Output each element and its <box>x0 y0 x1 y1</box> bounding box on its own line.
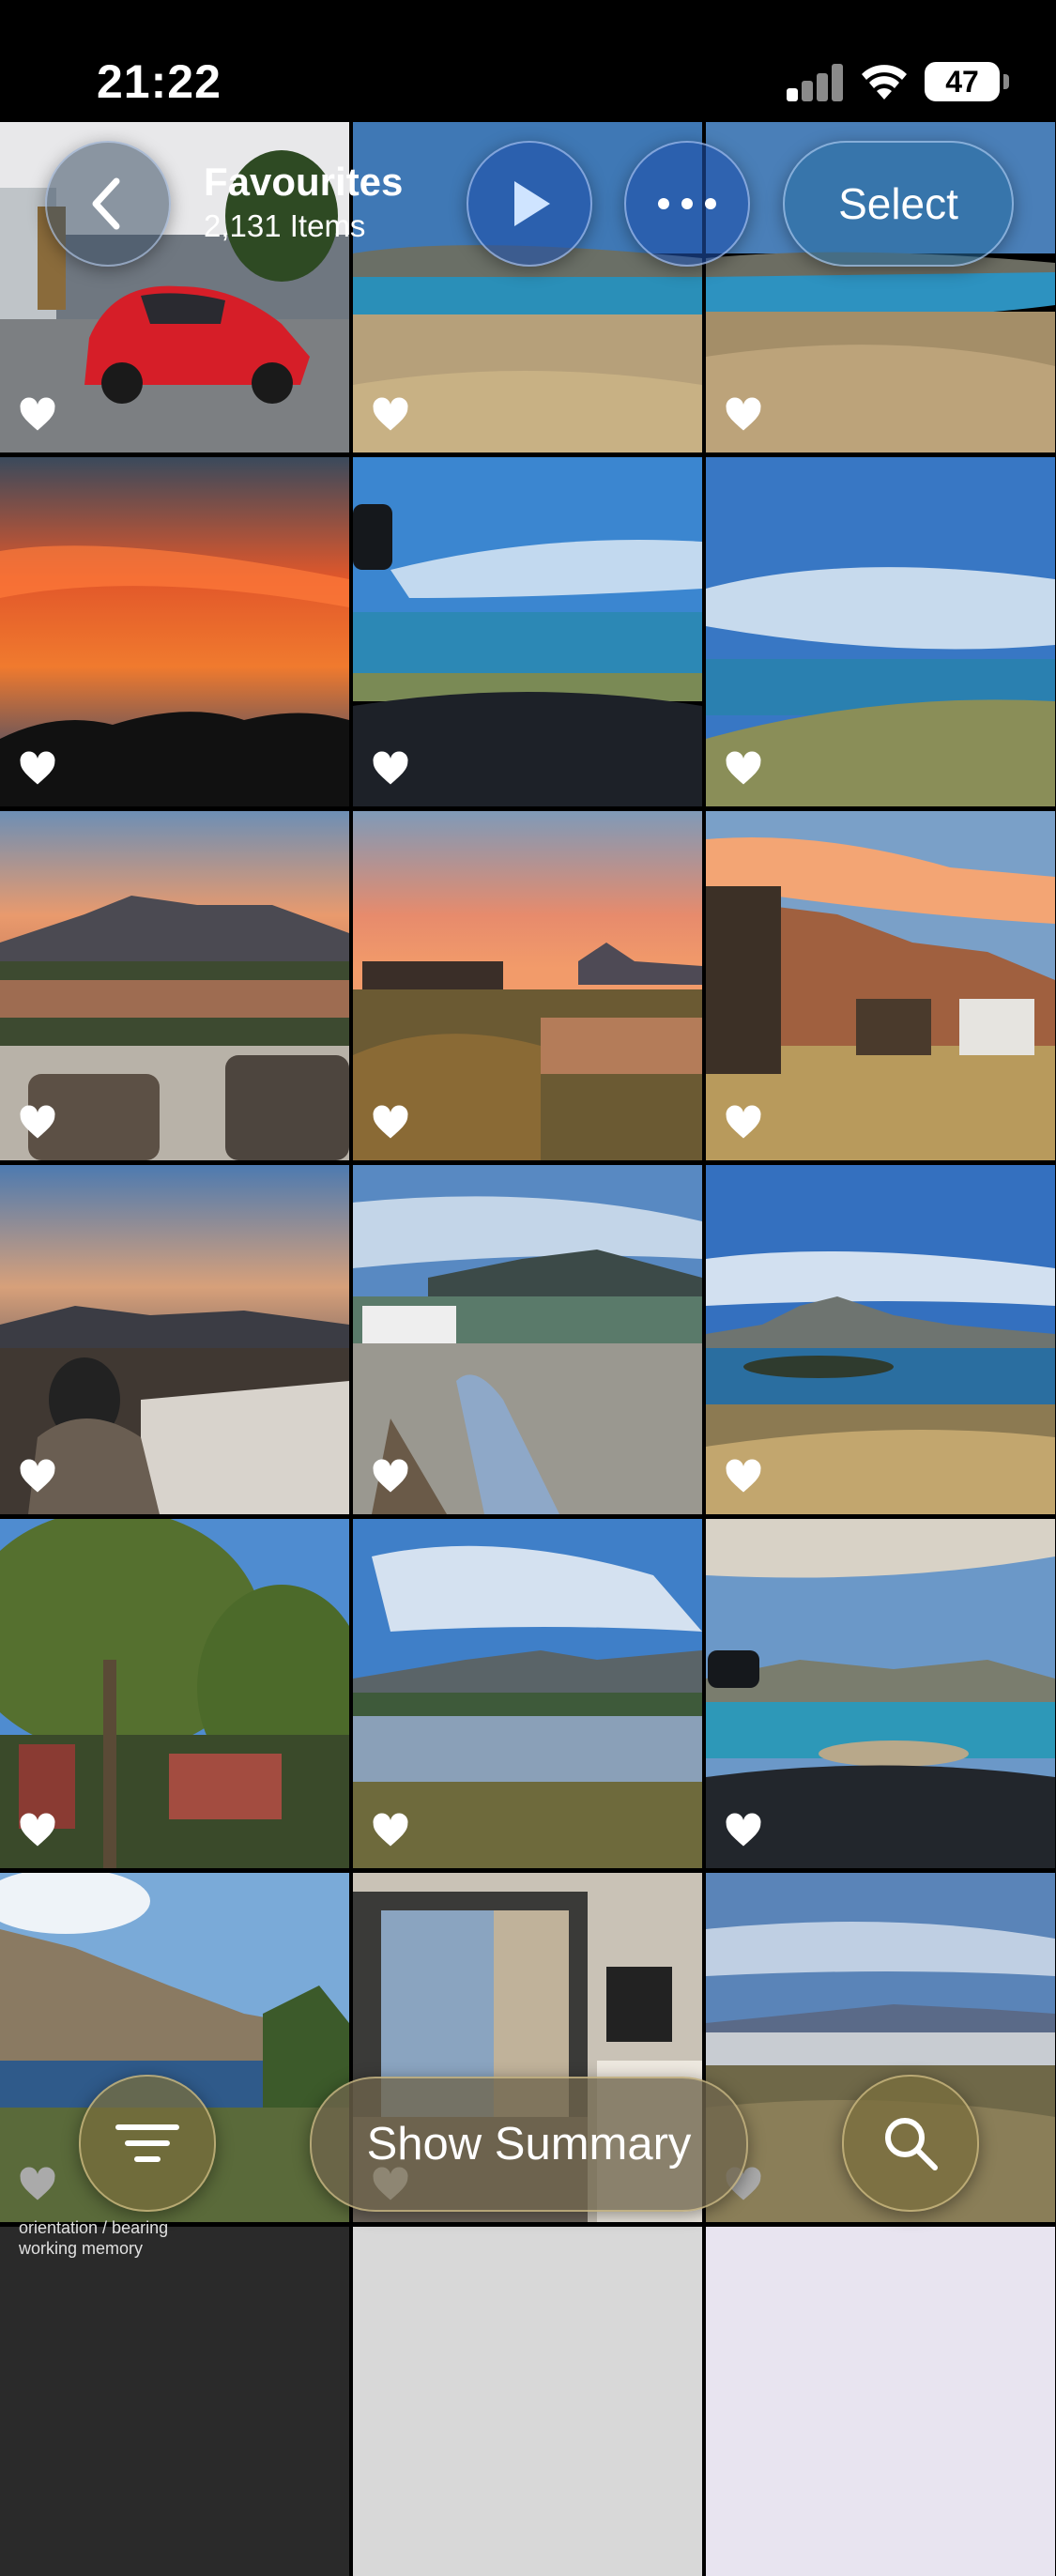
photo-tile[interactable] <box>706 1165 1055 1514</box>
heart-icon <box>726 1813 761 1847</box>
photo-tile[interactable] <box>353 457 702 806</box>
heart-icon <box>726 751 761 785</box>
status-time: 21:22 <box>97 55 222 108</box>
filter-lines-icon <box>115 2124 179 2162</box>
ellipsis-icon <box>658 198 716 209</box>
photo-tile[interactable] <box>0 811 349 1160</box>
play-icon <box>514 181 550 226</box>
heart-icon <box>373 397 408 431</box>
item-count: 2,131 Items <box>204 208 366 243</box>
search-icon <box>885 2118 938 2170</box>
heart-icon <box>20 397 55 431</box>
photo-tile[interactable] <box>353 2227 702 2576</box>
heart-icon <box>373 751 408 785</box>
chevron-left-icon <box>92 177 120 230</box>
photo-tile[interactable] <box>706 2227 1055 2576</box>
slideshow-play-button[interactable] <box>467 141 592 267</box>
photo-tile[interactable] <box>706 457 1055 806</box>
heart-icon <box>20 1105 55 1139</box>
photo-tile[interactable] <box>0 1519 349 1868</box>
heart-icon <box>373 1105 408 1139</box>
photo-tile[interactable] <box>0 457 349 806</box>
heart-icon <box>373 1813 408 1847</box>
photo-tile[interactable] <box>353 811 702 1160</box>
underlying-note-text: orientation / bearing working memory <box>19 2218 169 2258</box>
heart-icon <box>726 1459 761 1493</box>
page-title: Favourites <box>204 160 404 204</box>
heart-icon <box>20 751 55 785</box>
photo-tile[interactable] <box>0 2227 349 2576</box>
photo-tile[interactable] <box>706 1519 1055 1868</box>
heart-icon <box>726 397 761 431</box>
album-title-block: Favourites 2,131 Items <box>204 160 403 244</box>
show-summary-button[interactable]: Show Summary <box>310 2077 748 2212</box>
heart-icon <box>373 1459 408 1493</box>
back-button[interactable] <box>45 141 171 267</box>
heart-icon <box>20 1813 55 1847</box>
photo-tile[interactable] <box>353 1165 702 1514</box>
select-button[interactable]: Select <box>783 141 1014 267</box>
heart-icon <box>20 1459 55 1493</box>
battery-indicator: 47 <box>925 62 1009 101</box>
cellular-signal-icon <box>787 62 845 101</box>
filter-button[interactable] <box>79 2075 216 2212</box>
photo-tile[interactable] <box>353 1519 702 1868</box>
photo-tile[interactable] <box>706 811 1055 1160</box>
photo-tile[interactable] <box>0 1165 349 1514</box>
status-bar: 21:22 47 <box>0 0 1056 122</box>
more-options-button[interactable] <box>624 141 750 267</box>
photo-grid <box>0 103 1056 2576</box>
heart-icon <box>726 1105 761 1139</box>
bottom-bar: Show Summary <box>0 2065 1056 2234</box>
search-button[interactable] <box>842 2075 979 2212</box>
top-bar: Favourites 2,131 Items Select <box>0 122 1056 282</box>
wifi-icon <box>862 65 907 100</box>
